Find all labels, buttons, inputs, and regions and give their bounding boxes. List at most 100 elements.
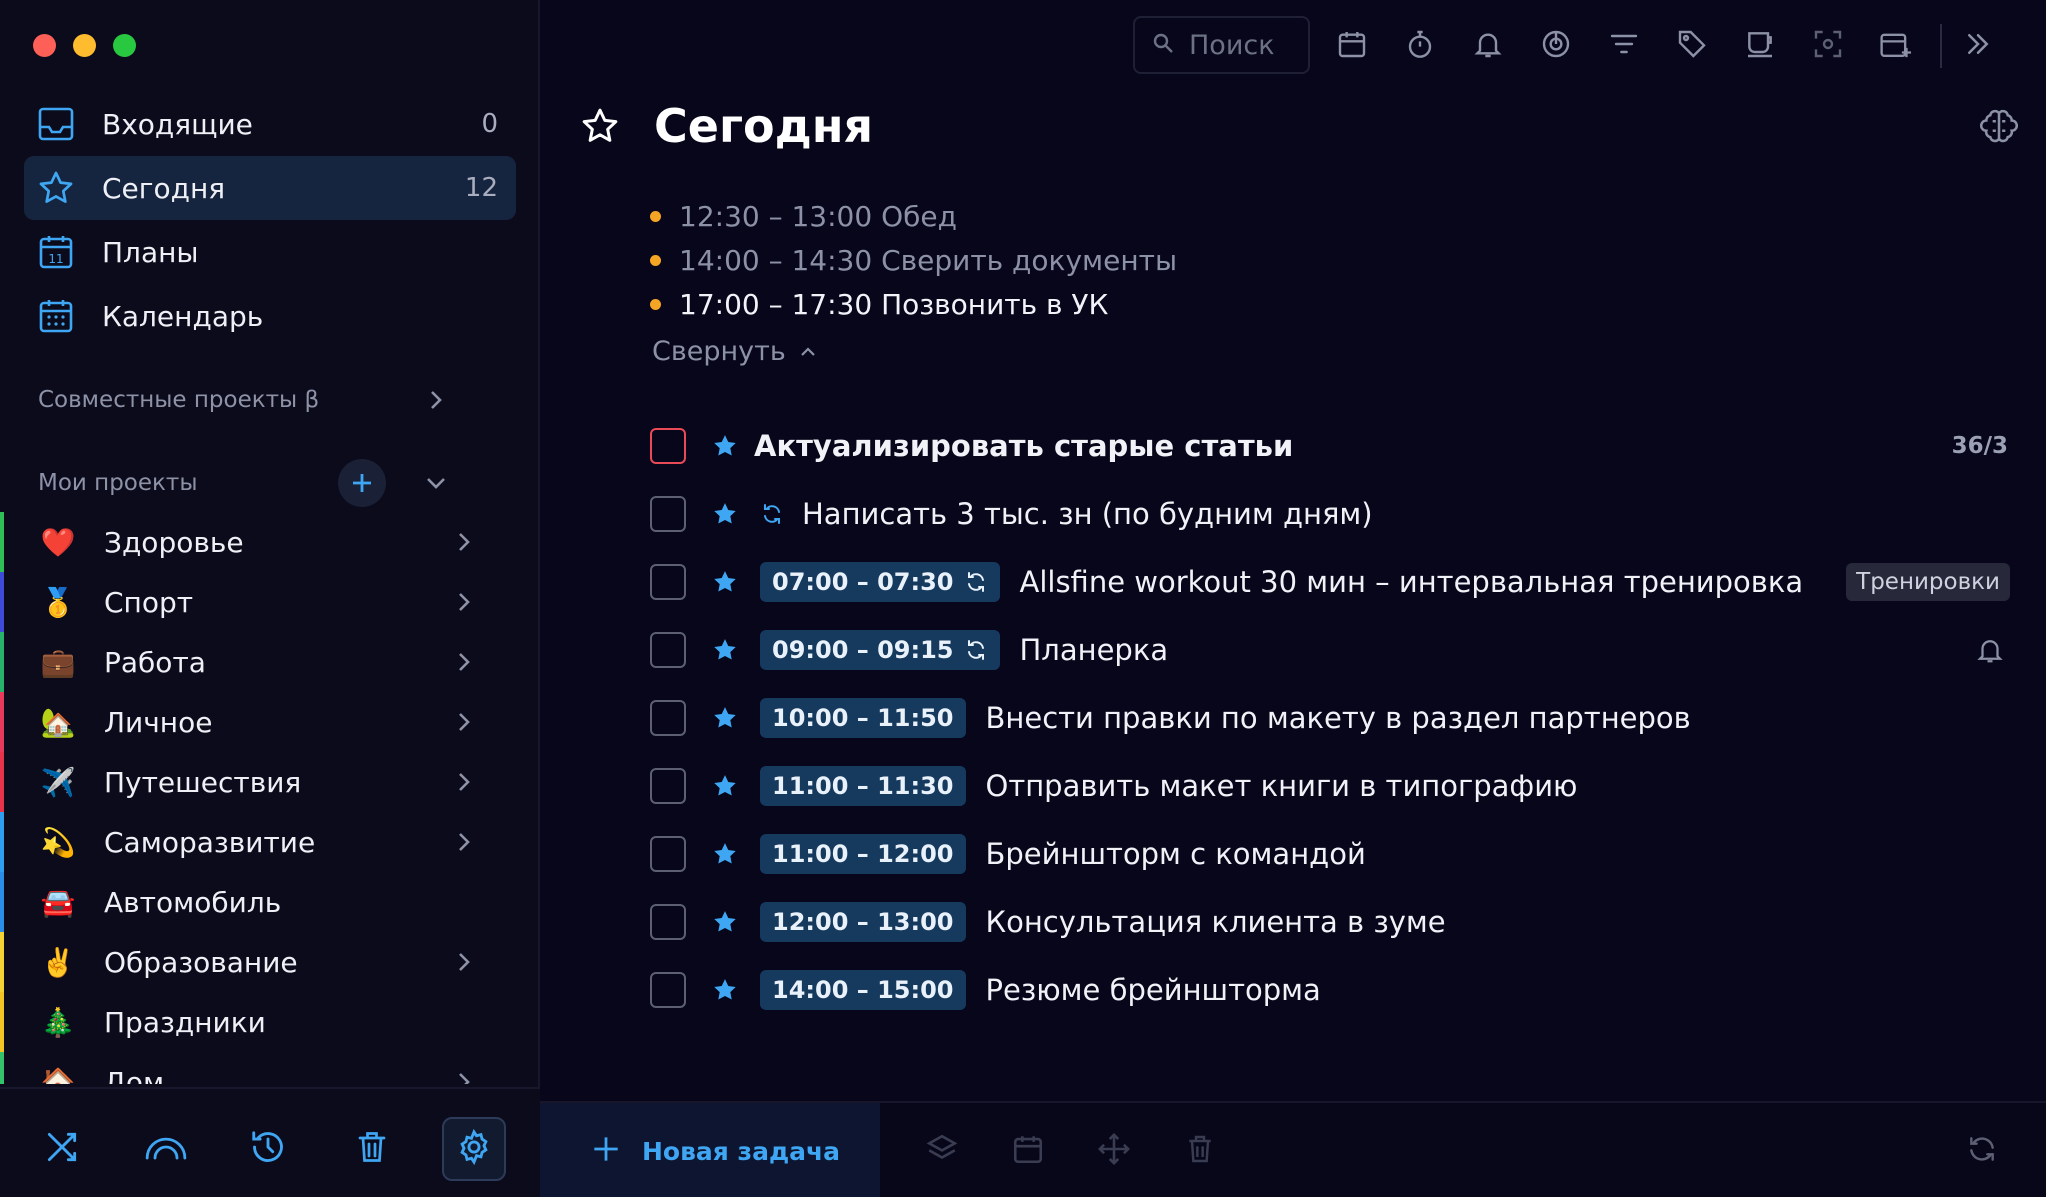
move-button[interactable] xyxy=(1094,1131,1134,1171)
task-row[interactable]: Написать 3 тыс. зн (по будним дням) xyxy=(650,480,2020,548)
favorite-star-icon[interactable] xyxy=(580,104,624,148)
task-checkbox[interactable] xyxy=(650,700,686,736)
task-title[interactable]: Написать 3 тыс. зн (по будним дням) xyxy=(802,497,1373,531)
search-input[interactable]: Поиск xyxy=(1133,16,1310,74)
time-badge[interactable]: 07:00 – 07:30 xyxy=(760,562,1000,602)
task-row[interactable]: 07:00 – 07:30 Allsfine workout 30 мин – и… xyxy=(650,548,2020,616)
layers-button[interactable] xyxy=(922,1131,962,1171)
star-filled-icon[interactable] xyxy=(712,840,740,868)
focus-button[interactable] xyxy=(1536,26,1576,66)
star-filled-icon[interactable] xyxy=(712,636,740,664)
reminder-button[interactable] xyxy=(1468,26,1508,66)
event-item[interactable]: 17:00 – 17:30 Позвонить в УК xyxy=(650,282,1177,326)
close-window-button[interactable] xyxy=(33,34,56,57)
chevron-down-icon[interactable] xyxy=(424,471,448,495)
task-row[interactable]: 09:00 – 09:15 Планерка xyxy=(650,616,2020,684)
task-checkbox[interactable] xyxy=(650,496,686,532)
add-to-calendar-button[interactable] xyxy=(1876,26,1916,66)
minimize-window-button[interactable] xyxy=(73,34,96,57)
project-item-personal[interactable]: 🏡 Личное xyxy=(0,692,540,752)
task-row[interactable]: 11:00 – 11:30 Отправить макет книги в тип… xyxy=(650,752,2020,820)
project-item-travel[interactable]: ✈️ Путешествия xyxy=(0,752,540,812)
time-badge[interactable]: 11:00 – 12:00 xyxy=(760,834,966,874)
nav-item-today[interactable]: Сегодня 12 xyxy=(24,156,516,220)
star-filled-icon[interactable] xyxy=(712,500,740,528)
project-item-holidays[interactable]: 🎄 Праздники xyxy=(0,992,540,1052)
task-title[interactable]: Отправить макет книги в типографию xyxy=(986,769,1578,803)
bell-icon[interactable] xyxy=(1974,634,2006,666)
tag-button[interactable] xyxy=(1672,26,1712,66)
task-checkbox[interactable] xyxy=(650,836,686,872)
nav-item-inbox[interactable]: Входящие 0 xyxy=(24,92,516,156)
settings-button[interactable] xyxy=(442,1117,506,1181)
task-row[interactable]: 10:00 – 11:50 Внести правки по макету в р… xyxy=(650,684,2020,752)
break-button[interactable] xyxy=(1740,26,1780,66)
task-checkbox[interactable] xyxy=(650,632,686,668)
history-button[interactable] xyxy=(236,1117,300,1181)
project-item-work[interactable]: 💼 Работа xyxy=(0,632,540,692)
chevron-right-icon[interactable] xyxy=(452,830,476,854)
task-tag[interactable]: Тренировки xyxy=(1846,563,2010,601)
timer-button[interactable] xyxy=(1400,26,1440,66)
task-title[interactable]: Резюме брейншторма xyxy=(986,973,1321,1007)
task-checkbox[interactable] xyxy=(650,904,686,940)
shuffle-button[interactable] xyxy=(30,1117,94,1181)
chevron-right-icon[interactable] xyxy=(452,1070,476,1084)
star-filled-icon[interactable] xyxy=(712,432,740,460)
sync-button[interactable] xyxy=(1962,1131,2002,1171)
nav-item-calendar[interactable]: Календарь xyxy=(24,284,516,348)
project-item-self-development[interactable]: 💫 Саморазвитие xyxy=(0,812,540,872)
time-badge[interactable]: 14:00 – 15:00 xyxy=(760,970,966,1010)
task-title[interactable]: Консультация клиента в зуме xyxy=(986,905,1446,939)
task-row[interactable]: 14:00 – 15:00 Резюме брейншторма xyxy=(650,956,2020,1024)
task-title[interactable]: Внести правки по макету в раздел партнер… xyxy=(986,701,1691,735)
expand-button[interactable] xyxy=(1958,26,1998,66)
chevron-right-icon[interactable] xyxy=(452,770,476,794)
task-checkbox[interactable] xyxy=(650,564,686,600)
task-row[interactable]: Актуализировать старые статьи 36/3 xyxy=(650,412,2020,480)
event-item[interactable]: 12:30 – 13:00 Обед xyxy=(650,194,1177,238)
nav-item-plans[interactable]: 11 Планы xyxy=(24,220,516,284)
event-item[interactable]: 14:00 – 14:30 Сверить документы xyxy=(650,238,1177,282)
task-title[interactable]: Планерка xyxy=(1020,633,1169,667)
delete-button[interactable] xyxy=(1180,1131,1220,1171)
task-checkbox[interactable] xyxy=(650,768,686,804)
chevron-right-icon[interactable] xyxy=(452,650,476,674)
time-badge[interactable]: 12:00 – 13:00 xyxy=(760,902,966,942)
project-item-health[interactable]: ❤️ Здоровье xyxy=(0,512,540,572)
task-title[interactable]: Актуализировать старые статьи xyxy=(754,429,1293,463)
task-checkbox[interactable] xyxy=(650,428,686,464)
project-item-home[interactable]: 🏠 Дом xyxy=(0,1052,540,1084)
trash-button[interactable] xyxy=(340,1117,404,1181)
zoom-window-button[interactable] xyxy=(113,34,136,57)
task-row[interactable]: 12:00 – 13:00 Консультация клиента в зуме xyxy=(650,888,2020,956)
collapse-events-button[interactable]: Свернуть xyxy=(652,336,816,367)
screenshot-button[interactable] xyxy=(1808,26,1848,66)
star-filled-icon[interactable] xyxy=(712,704,740,732)
new-task-button[interactable]: Новая задача xyxy=(540,1103,880,1197)
time-badge[interactable]: 11:00 – 11:30 xyxy=(760,766,966,806)
brain-icon[interactable] xyxy=(1980,106,2020,146)
project-item-education[interactable]: ✌️ Образование xyxy=(0,932,540,992)
chevron-right-icon[interactable] xyxy=(452,530,476,554)
star-filled-icon[interactable] xyxy=(712,908,740,936)
filter-button[interactable] xyxy=(1604,26,1644,66)
task-checkbox[interactable] xyxy=(650,972,686,1008)
task-title[interactable]: Брейншторм с командой xyxy=(986,837,1366,871)
shared-projects-header[interactable]: Совместные проекты β xyxy=(38,382,478,418)
calendar-button[interactable] xyxy=(1332,26,1372,66)
time-badge[interactable]: 10:00 – 11:50 xyxy=(760,698,966,738)
task-title[interactable]: Allsfine workout 30 мин – интервальная т… xyxy=(1020,565,1804,599)
task-row[interactable]: 11:00 – 12:00 Брейншторм с командой xyxy=(650,820,2020,888)
project-item-car[interactable]: 🚘 Автомобиль xyxy=(0,872,540,932)
rainbow-button[interactable] xyxy=(134,1117,198,1181)
project-item-sport[interactable]: 🥇 Спорт xyxy=(0,572,540,632)
time-badge[interactable]: 09:00 – 09:15 xyxy=(760,630,1000,670)
chevron-right-icon[interactable] xyxy=(452,710,476,734)
star-filled-icon[interactable] xyxy=(712,976,740,1004)
schedule-button[interactable] xyxy=(1008,1131,1048,1171)
chevron-right-icon[interactable] xyxy=(452,590,476,614)
add-project-button[interactable] xyxy=(338,459,386,507)
star-filled-icon[interactable] xyxy=(712,568,740,596)
star-filled-icon[interactable] xyxy=(712,772,740,800)
